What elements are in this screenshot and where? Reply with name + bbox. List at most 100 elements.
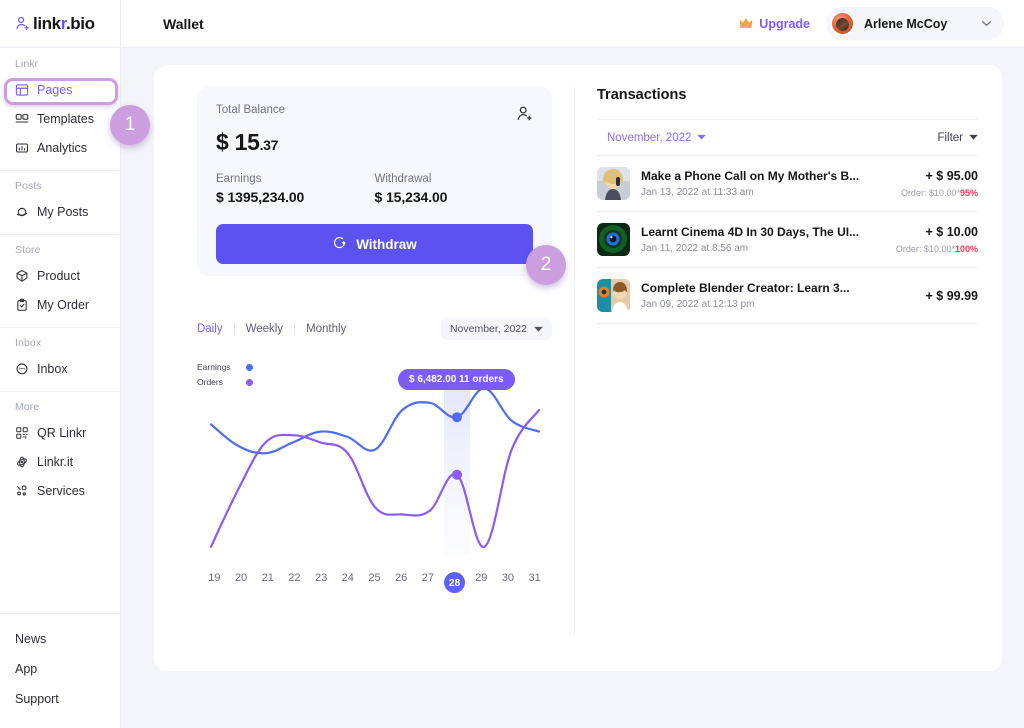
x-tick[interactable]: 20	[228, 572, 255, 593]
withdraw-button[interactable]: Withdraw	[216, 224, 533, 264]
transaction-amounts: + $ 95.00 Order: $10.00*95%	[901, 169, 978, 198]
layout-icon	[15, 83, 29, 97]
x-tick-label: 22	[288, 572, 301, 584]
transactions-filter-bar: November, 2022 Filter	[597, 119, 978, 156]
x-tick-label: 31	[528, 572, 541, 584]
tab-daily[interactable]: Daily	[197, 323, 234, 335]
transaction-amount: + $ 10.00	[925, 225, 978, 239]
x-tick-selected[interactable]: 28	[441, 572, 468, 593]
sidebar-item-label: Pages	[37, 82, 73, 97]
transactions-filter-button[interactable]: Filter	[937, 132, 978, 144]
x-tick[interactable]: 26	[388, 572, 415, 593]
sidebar-item-label: My Order	[37, 297, 90, 312]
footer-link-app[interactable]: App	[15, 662, 120, 676]
x-tick[interactable]: 27	[415, 572, 442, 593]
annotation-badge-2: 2	[526, 245, 566, 285]
nav-group-more: More QR Linkr Linkr.it Services	[0, 391, 120, 513]
user-menu[interactable]: Arlene McCoy	[826, 7, 1004, 40]
transaction-row[interactable]: Make a Phone Call on My Mother's B... Jan…	[597, 156, 978, 212]
group-label-inbox: Inbox	[15, 337, 42, 349]
sidebar-item-linkr-it[interactable]: Linkr.it	[0, 449, 120, 474]
chat-icon	[15, 362, 29, 376]
sidebar-item-product[interactable]: Product	[0, 263, 120, 288]
x-tick-label: 19	[208, 572, 221, 584]
sidebar-item-label: Analytics	[37, 140, 88, 155]
add-user-icon[interactable]	[516, 105, 533, 127]
x-tick-label: 24	[341, 572, 354, 584]
x-tick[interactable]: 25	[361, 572, 388, 593]
annotation-badge-1: 1	[110, 105, 150, 145]
tab-weekly[interactable]: Weekly	[233, 323, 295, 335]
transaction-row[interactable]: Complete Blender Creator: Learn 3... Jan …	[597, 268, 978, 324]
x-tick[interactable]: 19	[201, 572, 228, 593]
chart-plot: $ 6,482.00 11 orders	[197, 366, 552, 566]
sidebar-item-label: Templates	[37, 111, 94, 126]
brand-logo[interactable]: linkr.bio	[0, 0, 120, 48]
transaction-info: Make a Phone Call on My Mother's B... Jan…	[641, 169, 890, 198]
woman-on-phone-thumb	[597, 167, 630, 200]
chart-svg[interactable]	[197, 366, 553, 566]
x-tick[interactable]: 29	[468, 572, 495, 593]
sidebar-item-qr-linkr[interactable]: QR Linkr	[0, 420, 120, 445]
x-tick-label: 28	[444, 572, 466, 593]
transaction-amount: + $ 99.99	[925, 288, 978, 303]
withdraw-label: Withdraw	[356, 236, 417, 252]
transaction-name: Learnt Cinema 4D In 30 Days, The UI...	[641, 225, 860, 239]
withdrawal-value: $ 15,234.00	[374, 189, 448, 205]
x-tick[interactable]: 30	[495, 572, 522, 593]
left-column: Total Balance $ 15.37 Earnings $ 1395,23…	[154, 87, 574, 671]
sidebar-item-services[interactable]: Services	[0, 478, 120, 503]
transaction-date: Jan 09, 2022 at 12:13 pm	[641, 299, 755, 310]
sidebar-item-label: Product	[37, 268, 81, 283]
transaction-name: Complete Blender Creator: Learn 3...	[641, 281, 850, 295]
topbar: Wallet Upgrade Arlene McCoy	[121, 0, 1024, 48]
transaction-name: Make a Phone Call on My Mother's B...	[641, 169, 860, 183]
user-name: Arlene McCoy	[864, 16, 948, 31]
chart-section: Daily Weekly Monthly November, 2022 Earn…	[197, 318, 552, 593]
tab-monthly[interactable]: Monthly	[294, 323, 357, 335]
upgrade-button[interactable]: Upgrade	[739, 17, 810, 31]
chart-x-axis: 19 20 21 22 23 24 25 26 27 28 29 30 31	[197, 572, 552, 593]
sidebar-item-label: Linkr.it	[37, 454, 74, 469]
chevron-down-icon	[969, 133, 978, 142]
chevron-down-icon	[534, 323, 543, 335]
sidebar-item-analytics[interactable]: Analytics	[0, 135, 120, 160]
balance-cents: .37	[259, 137, 279, 153]
x-tick-label: 30	[501, 572, 515, 584]
transactions-month-select[interactable]: November, 2022	[607, 132, 707, 144]
transactions-title: Transactions	[597, 87, 687, 103]
avatar	[830, 11, 855, 36]
nav-group-store: Store Product My Order	[0, 234, 120, 327]
x-tick[interactable]: 24	[334, 572, 361, 593]
sidebar-item-my-posts[interactable]: My Posts	[0, 199, 120, 224]
chart-month-select[interactable]: November, 2022	[440, 318, 552, 340]
footer-link-support[interactable]: Support	[15, 692, 120, 706]
transaction-row[interactable]: Learnt Cinema 4D In 30 Days, The UI... Ja…	[597, 212, 978, 268]
sidebar-item-my-order[interactable]: My Order	[0, 292, 120, 317]
chevron-down-icon	[697, 133, 707, 142]
nav-group-linkr: Linkr Pages Templates Analytics	[0, 58, 120, 170]
nav-group-posts: Posts My Posts	[0, 170, 120, 234]
transactions-list: Make a Phone Call on My Mother's B... Jan…	[597, 156, 978, 324]
saturn-icon	[15, 205, 29, 219]
x-tick[interactable]: 23	[308, 572, 335, 593]
sidebar-item-label: Inbox	[37, 361, 68, 376]
transaction-percent: 100%	[954, 244, 978, 254]
earnings-block: Earnings $ 1395,234.00	[216, 173, 375, 205]
x-tick-label: 27	[421, 572, 434, 584]
sidebar-item-templates[interactable]: Templates	[0, 106, 120, 131]
atom-icon	[15, 455, 29, 469]
x-tick[interactable]: 31	[521, 572, 548, 593]
clipboard-check-icon	[15, 298, 29, 312]
transaction-percent: 95%	[959, 188, 978, 198]
x-tick[interactable]: 22	[281, 572, 308, 593]
footer-link-news[interactable]: News	[15, 632, 120, 646]
x-tick-label: 21	[261, 572, 274, 584]
group-label-more: More	[15, 401, 40, 413]
x-tick[interactable]: 21	[254, 572, 281, 593]
transaction-date: Jan 13, 2022 at 11:33 am	[641, 187, 754, 198]
chart-month-value: November, 2022	[449, 323, 527, 335]
sidebar-item-pages[interactable]: Pages	[0, 77, 120, 102]
sidebar-item-inbox[interactable]: Inbox	[0, 356, 120, 381]
sidebar-item-label: QR Linkr	[37, 425, 87, 440]
